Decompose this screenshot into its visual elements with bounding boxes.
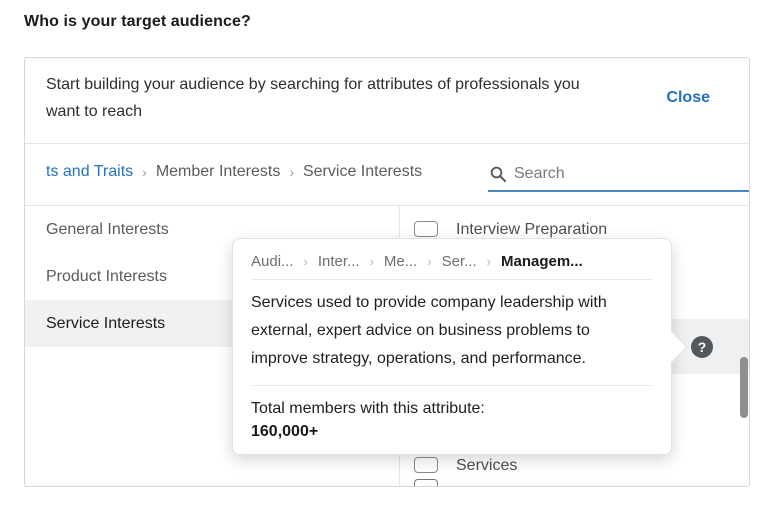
chevron-right-icon: › (133, 164, 156, 180)
tooltip-breadcrumb-item: Inter... (318, 253, 360, 270)
page-title: Who is your target audience? (24, 13, 251, 31)
breadcrumb-item-attributes-and-traits[interactable]: ts and Traits (46, 163, 133, 181)
search-icon (489, 165, 507, 183)
search-box (488, 156, 749, 192)
tooltip-total-value: 160,000+ (251, 420, 653, 443)
chevron-right-icon: › (477, 254, 501, 269)
tooltip-divider (251, 385, 653, 386)
audience-builder-screen: Who is your target audience? Start build… (0, 0, 768, 515)
tooltip-divider (251, 279, 653, 280)
close-button[interactable]: Close (666, 89, 710, 107)
category-item-label: General Interests (46, 221, 169, 238)
attribute-tooltip: Audi... › Inter... › Me... › Ser... › Ma… (232, 238, 672, 455)
help-icon[interactable]: ? (691, 336, 713, 358)
breadcrumb-item-service-interests: Service Interests (303, 163, 422, 181)
chevron-right-icon: › (360, 254, 384, 269)
tooltip-breadcrumb-item: Me... (384, 253, 417, 270)
tooltip-breadcrumb-item: Ser... (442, 253, 477, 270)
checkbox-unchecked-icon[interactable] (414, 221, 438, 237)
category-item-label: Product Interests (46, 268, 167, 285)
search-underline (488, 190, 749, 192)
tooltip-breadcrumb: Audi... › Inter... › Me... › Ser... › Ma… (251, 239, 653, 270)
breadcrumb: ts and Traits › Member Interests › Servi… (46, 163, 422, 181)
scrollbar-thumb[interactable] (740, 357, 748, 418)
tooltip-total-label: Total members with this attribute: (251, 397, 653, 420)
chevron-right-icon: › (280, 164, 303, 180)
chevron-right-icon: › (417, 254, 441, 269)
breadcrumb-item-member-interests[interactable]: Member Interests (156, 163, 280, 181)
checkbox-unchecked-icon[interactable] (414, 457, 438, 473)
banner-message: Start building your audience by searchin… (46, 71, 601, 125)
chevron-right-icon: › (294, 254, 318, 269)
tooltip-breadcrumb-item-current: Managem... (501, 253, 583, 270)
search-input[interactable] (514, 161, 744, 187)
breadcrumb-search-row: ts and Traits › Member Interests › Servi… (25, 144, 749, 205)
tooltip-description: Services used to provide company leaders… (251, 289, 649, 373)
tooltip-breadcrumb-item: Audi... (251, 253, 294, 270)
category-item-label: Service Interests (46, 315, 165, 332)
checkbox-unchecked-icon[interactable] (414, 479, 438, 486)
